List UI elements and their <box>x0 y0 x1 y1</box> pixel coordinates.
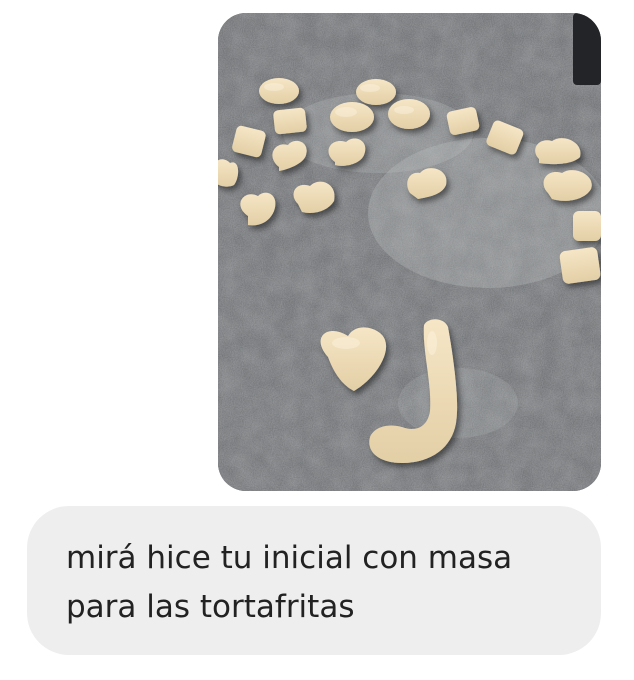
chat-conversation: mirá hice tu inicial con masa para las t… <box>0 0 634 680</box>
photo-message[interactable] <box>218 13 601 491</box>
message-text: mirá hice tu inicial con masa para las t… <box>66 540 513 625</box>
dough-photo <box>218 13 601 491</box>
message-bubble[interactable]: mirá hice tu inicial con masa para las t… <box>27 506 601 655</box>
